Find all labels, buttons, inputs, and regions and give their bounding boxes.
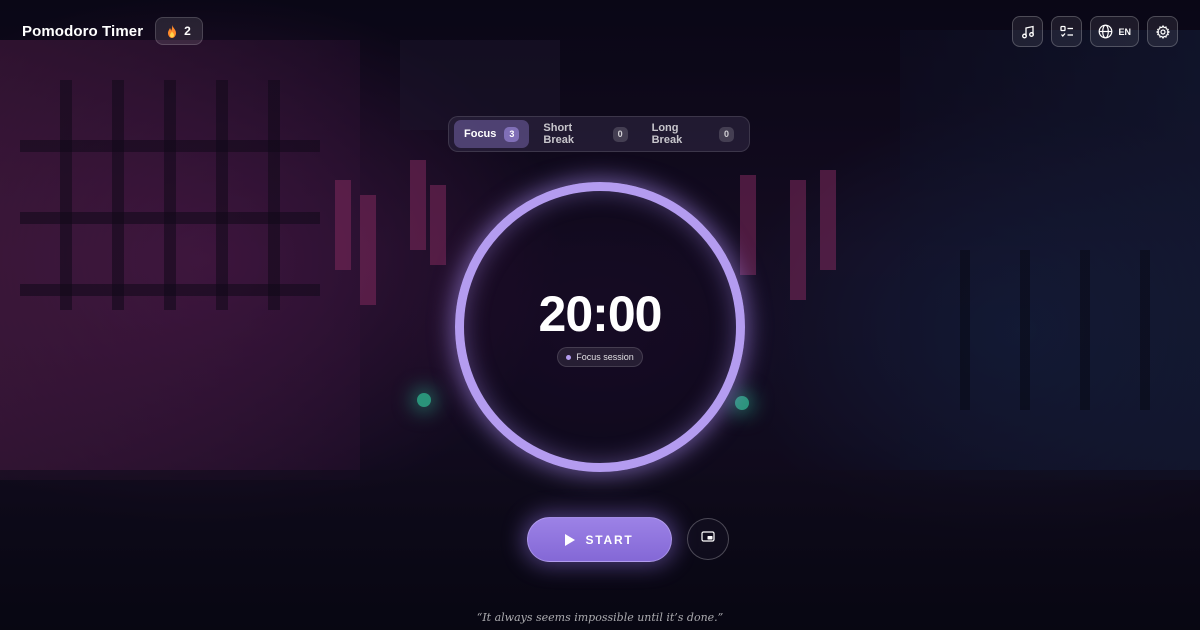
session-label-text: Focus session [576,352,634,362]
tab-long-break[interactable]: Long Break 0 [642,120,744,148]
header-toolbar: EN [1012,16,1178,47]
music-icon [1021,25,1035,39]
tab-label: Short Break [543,122,574,146]
tab-short-break[interactable]: Short Break 0 [533,120,637,148]
start-label: START [585,532,634,547]
settings-button[interactable] [1147,16,1178,47]
tab-count: 3 [504,126,520,142]
tasks-button[interactable] [1051,16,1083,47]
timer-dial: 20:00 Focus session [455,182,745,472]
streak-count: 2 [184,24,191,38]
header-left: Pomodoro Timer 2 [22,17,203,45]
music-button[interactable] [1012,16,1044,47]
session-label: Focus session [557,347,643,367]
tab-count: 0 [612,126,628,142]
session-dot [566,354,572,360]
language-button[interactable]: EN [1090,16,1139,47]
tab-focus[interactable]: Focus 3 [454,120,530,148]
picture-in-picture-button[interactable] [687,518,729,560]
streak-badge[interactable]: 2 [155,17,203,45]
time-display: 20:00 [538,286,663,342]
motivational-quote: “It always seems impossible until it’s d… [476,611,724,624]
picture-in-picture-icon [701,530,715,548]
mode-tabs: Focus 3 Short Break 0 Long Break 0 [448,116,750,152]
play-icon [565,533,576,546]
tab-label: Long Break [651,122,683,146]
tasks-icon [1060,25,1074,39]
flame-icon [167,24,177,38]
tab-label: Focus [464,128,497,140]
tab-count: 0 [719,126,734,142]
start-button[interactable]: START [527,517,672,562]
gear-icon [1155,24,1170,39]
globe-icon [1098,24,1113,39]
app-title: Pomodoro Timer [22,22,144,40]
language-code: EN [1118,26,1131,37]
